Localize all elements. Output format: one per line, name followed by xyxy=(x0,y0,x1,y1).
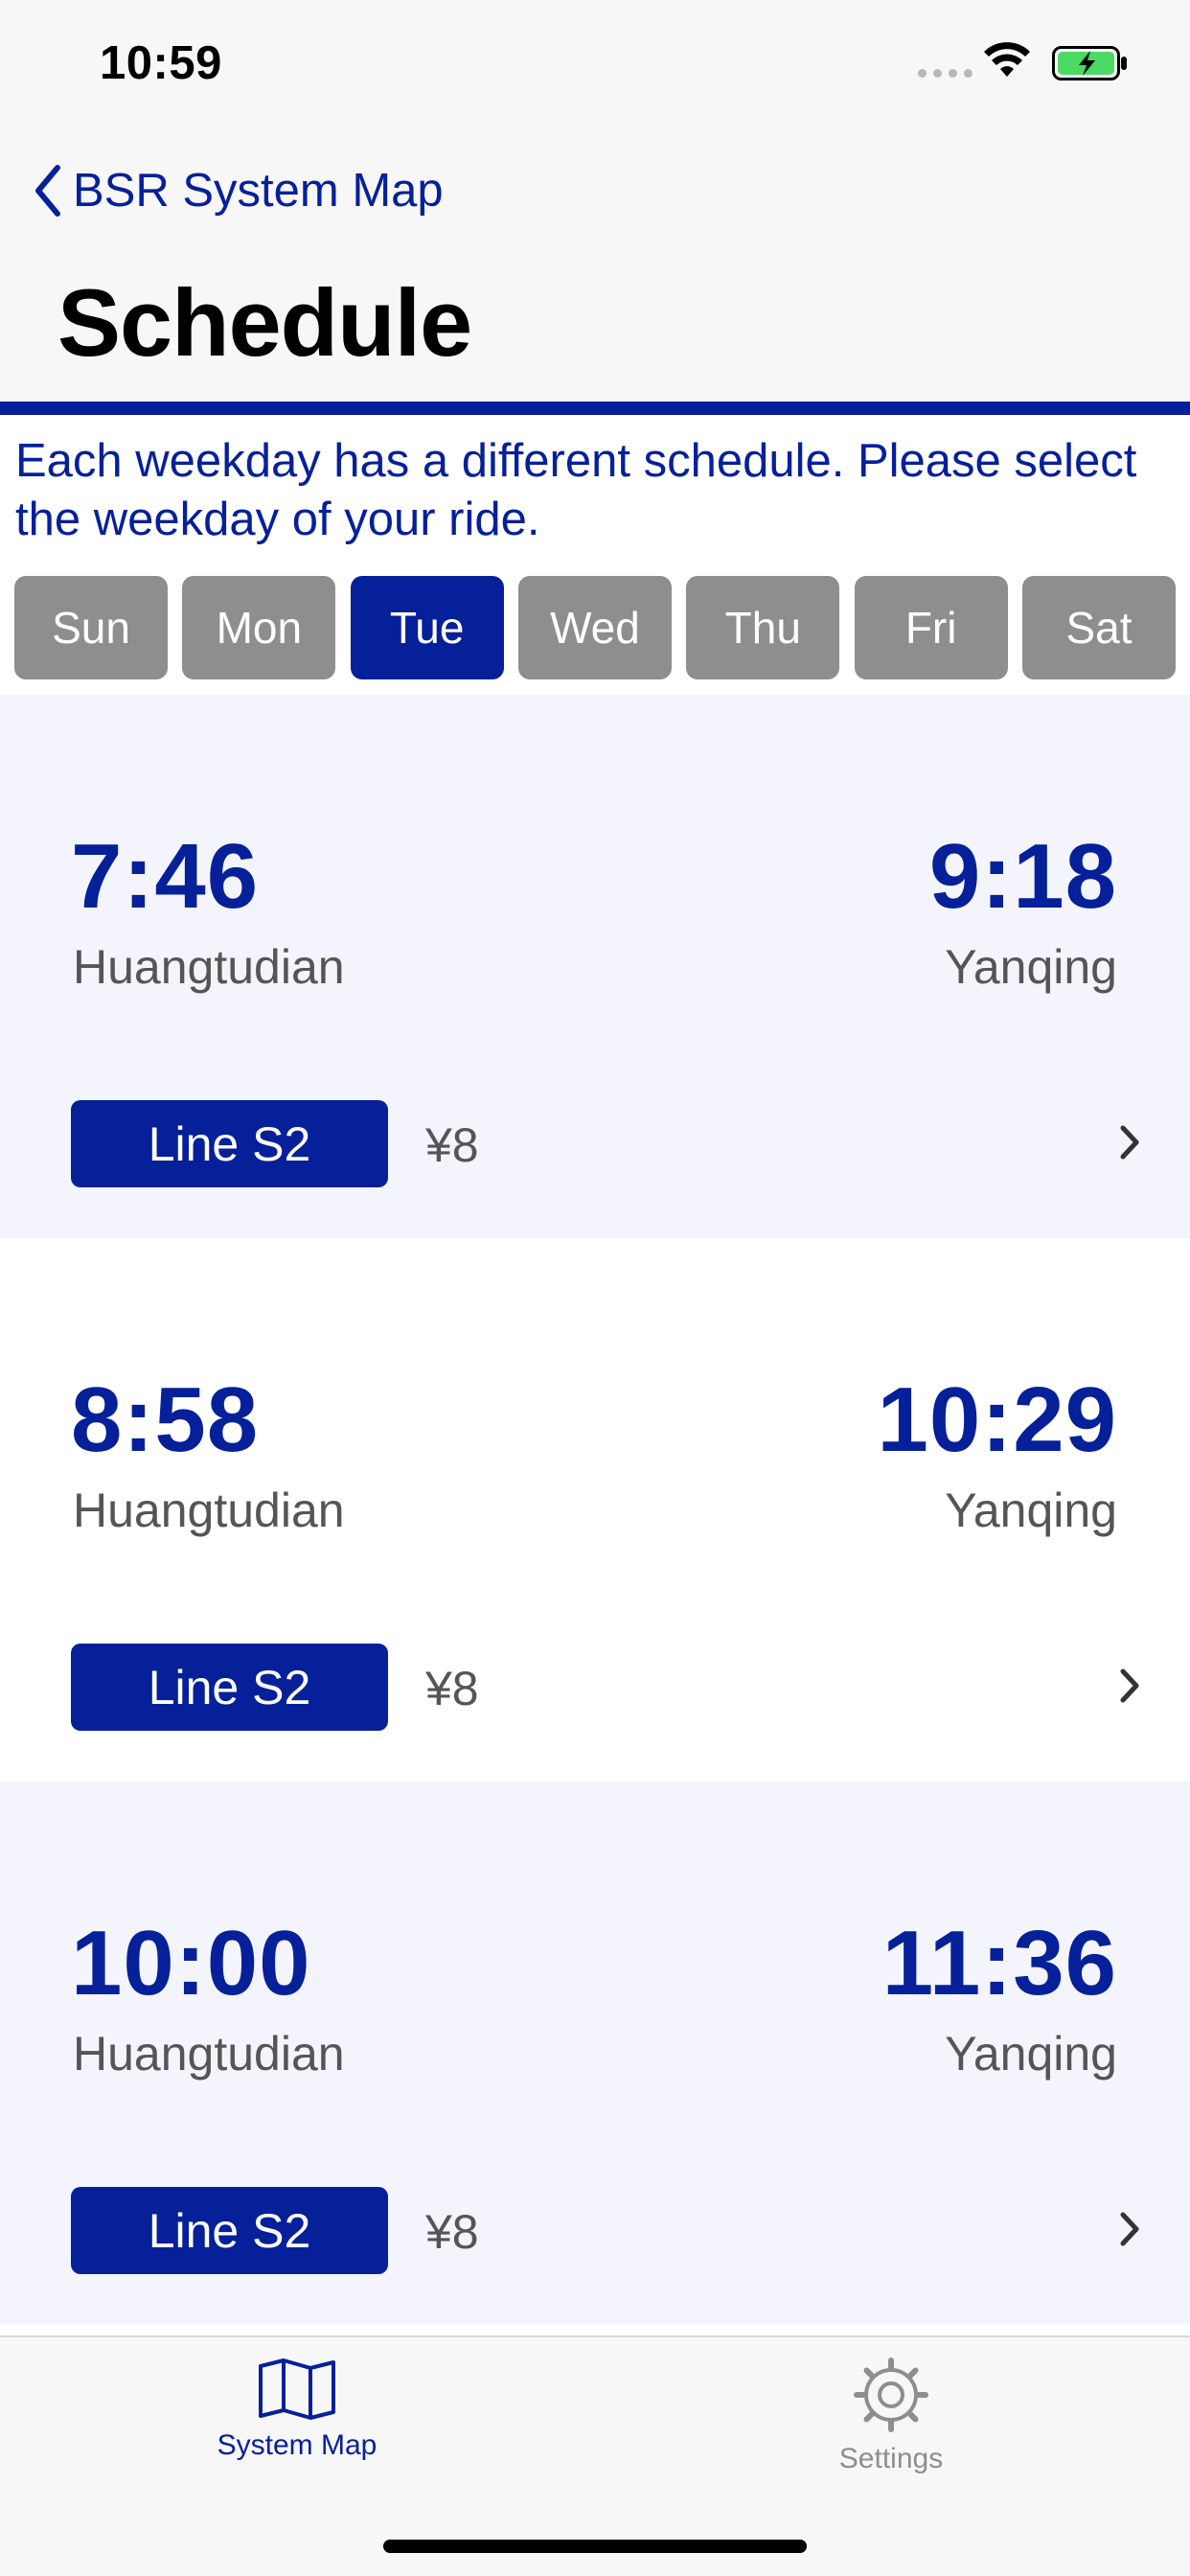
line-badge: Line S2 xyxy=(71,1644,388,1731)
day-button-thu[interactable]: Thu xyxy=(686,576,840,679)
arrival-time: 10:29 xyxy=(877,1368,1117,1471)
tab-label: Settings xyxy=(838,2443,944,2474)
fare: ¥8 xyxy=(425,2205,479,2259)
arrival-station: Yanqing xyxy=(945,1484,1117,1537)
battery-icon xyxy=(1052,46,1127,80)
day-button-wed[interactable]: Wed xyxy=(517,576,672,679)
tab-label: System Map xyxy=(217,2429,378,2461)
back-button[interactable]: BSR System Map xyxy=(33,157,444,224)
departure-station: Huangtudian xyxy=(73,2027,345,2081)
departure-station: Huangtudian xyxy=(73,940,345,994)
tab-system-map[interactable]: System Map xyxy=(153,2357,441,2500)
fare: ¥8 xyxy=(425,1118,479,1172)
tab-settings[interactable]: Settings xyxy=(747,2357,1035,2500)
departure-time: 8:58 xyxy=(71,1368,260,1471)
weekday-selector: Each weekday has a different schedule. P… xyxy=(0,415,1190,695)
departure-time: 7:46 xyxy=(71,825,260,928)
status-time: 10:59 xyxy=(100,37,222,89)
trip-list: 7:46 9:18 Huangtudian Yanqing Line S2 ¥8… xyxy=(0,695,1190,2335)
arrival-station: Yanqing xyxy=(945,940,1117,994)
home-indicator xyxy=(383,2540,807,2553)
cellular-signal-icon xyxy=(918,69,973,78)
back-button-label: BSR System Map xyxy=(73,165,444,217)
fare: ¥8 xyxy=(425,1662,479,1715)
arrival-station: Yanqing xyxy=(945,2027,1117,2081)
gear-icon xyxy=(854,2358,928,2432)
chevron-right-icon xyxy=(1120,1125,1139,1160)
wifi-icon xyxy=(984,42,1030,77)
line-badge: Line S2 xyxy=(71,1100,388,1187)
day-button-row: Sun Mon Tue Wed Thu Fri Sat xyxy=(14,576,1176,679)
status-bar: 10:59 xyxy=(0,0,1190,126)
arrival-time: 9:18 xyxy=(928,825,1117,928)
day-button-mon[interactable]: Mon xyxy=(182,576,336,679)
departure-time: 10:00 xyxy=(71,1912,311,2014)
day-button-tue[interactable]: Tue xyxy=(350,576,504,679)
trip-row[interactable]: 8:58 10:29 Huangtudian Yanqing Line S2 ¥… xyxy=(0,1238,1190,1782)
map-icon xyxy=(259,2358,335,2420)
day-button-sun[interactable]: Sun xyxy=(14,576,168,679)
trip-row[interactable]: 7:46 9:18 Huangtudian Yanqing Line S2 ¥8 xyxy=(0,695,1190,1238)
chevron-right-icon xyxy=(1120,2212,1139,2246)
title-divider xyxy=(0,402,1190,415)
arrival-time: 11:36 xyxy=(881,1912,1117,2014)
trip-row[interactable]: 10:00 11:36 Huangtudian Yanqing Line S2 … xyxy=(0,1782,1190,2325)
weekday-hint: Each weekday has a different schedule. P… xyxy=(15,435,1137,545)
page-title: Schedule xyxy=(57,269,472,376)
chevron-right-icon xyxy=(1120,1668,1139,1703)
line-badge: Line S2 xyxy=(71,2187,388,2274)
day-button-sat[interactable]: Sat xyxy=(1021,576,1176,679)
day-button-fri[interactable]: Fri xyxy=(854,576,1008,679)
departure-station: Huangtudian xyxy=(73,1484,345,1537)
chevron-left-icon xyxy=(35,165,60,217)
